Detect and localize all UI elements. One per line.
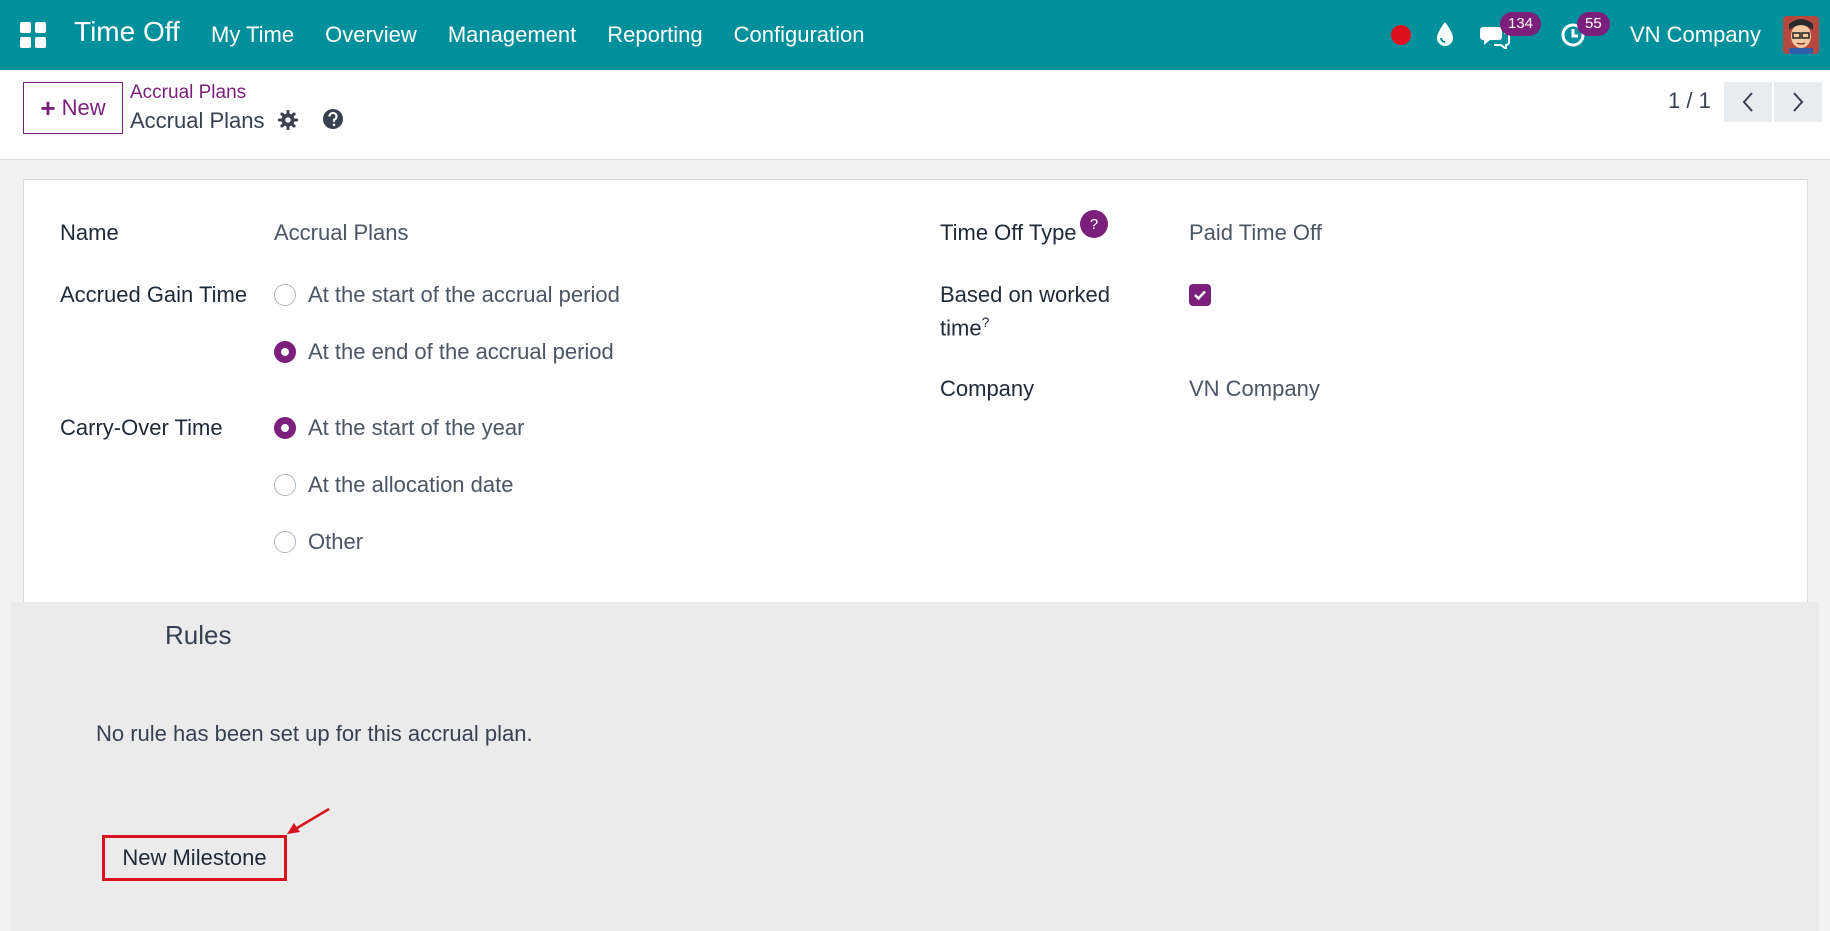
chevron-left-icon — [1742, 92, 1753, 112]
menu-overview[interactable]: Overview — [325, 22, 417, 48]
help-icon[interactable] — [322, 108, 344, 130]
radio-carry-allocation-date-label[interactable]: At the allocation date — [308, 472, 513, 498]
radio-accrual-end-label[interactable]: At the end of the accrual period — [308, 339, 614, 365]
main-menu: My Time Overview Management Reporting Co… — [211, 0, 896, 70]
chevron-right-icon — [1793, 92, 1804, 112]
based-on-worked-checkbox[interactable] — [1189, 284, 1211, 306]
pager-next-button[interactable] — [1774, 82, 1822, 122]
menu-configuration[interactable]: Configuration — [734, 22, 865, 48]
top-navbar: Time Off My Time Overview Management Rep… — [0, 0, 1830, 70]
radio-carry-year-start-label[interactable]: At the start of the year — [308, 415, 524, 441]
record-dot-icon[interactable] — [1391, 25, 1411, 45]
menu-my-time[interactable]: My Time — [211, 22, 294, 48]
breadcrumb-current: Accrual Plans — [130, 108, 265, 133]
time-off-type-label: Time Off Type — [940, 220, 1077, 245]
accrued-gain-label: Accrued Gain Time — [60, 282, 248, 307]
time-off-type-field[interactable]: Paid Time Off — [1189, 220, 1322, 246]
based-on-worked-label-line2: time? — [940, 314, 989, 341]
plus-icon: + — [40, 93, 56, 123]
droplet-icon[interactable] — [1436, 21, 1454, 47]
name-label: Name — [60, 220, 119, 245]
radio-accrual-start-label[interactable]: At the start of the accrual period — [308, 282, 620, 308]
company-field[interactable]: VN Company — [1189, 376, 1320, 402]
rules-title: Rules — [165, 620, 232, 650]
new-button-label: New — [61, 95, 106, 120]
radio-accrual-start[interactable] — [274, 284, 296, 306]
radio-carry-allocation-date[interactable] — [274, 474, 296, 496]
rules-section: Rules No rule has been set up for this a… — [11, 602, 1819, 931]
radio-carry-other[interactable] — [274, 531, 296, 553]
radio-accrual-end[interactable] — [274, 341, 296, 363]
menu-management[interactable]: Management — [448, 22, 576, 48]
menu-reporting[interactable]: Reporting — [607, 22, 702, 48]
gear-icon[interactable] — [278, 110, 298, 130]
radio-carry-other-label[interactable]: Other — [308, 529, 363, 555]
annotation-arrow-icon — [287, 807, 330, 834]
app-title[interactable]: Time Off — [74, 16, 180, 48]
carry-over-label: Carry-Over Time — [60, 415, 223, 440]
company-label: Company — [940, 376, 1035, 401]
company-switcher[interactable]: VN Company — [1630, 22, 1761, 48]
apps-grid-icon[interactable] — [20, 22, 46, 48]
pager-previous-button[interactable] — [1724, 82, 1772, 122]
pager-counter[interactable]: 1 / 1 — [1668, 88, 1711, 114]
rules-empty-message: No rule has been set up for this accrual… — [96, 721, 533, 746]
messages-count-badge: 134 — [1500, 12, 1542, 36]
name-field[interactable]: Accrual Plans — [274, 220, 409, 246]
based-on-worked-help-icon[interactable]: ? — [982, 314, 990, 330]
radio-carry-year-start[interactable] — [274, 417, 296, 439]
based-on-worked-label-text: time — [940, 315, 982, 341]
based-on-worked-label-line1: Based on worked — [940, 282, 1110, 307]
control-panel: + New Accrual Plans Accrual Plans 1 / 1 — [0, 70, 1830, 160]
time-off-type-help-icon[interactable]: ? — [1080, 210, 1108, 238]
checkmark-icon — [1194, 290, 1206, 301]
activities-count-badge: 55 — [1577, 12, 1610, 36]
new-milestone-button[interactable]: New Milestone — [102, 835, 287, 881]
avatar[interactable] — [1783, 16, 1819, 54]
new-button[interactable]: + New — [23, 82, 123, 134]
breadcrumb-parent-link[interactable]: Accrual Plans — [130, 82, 246, 104]
